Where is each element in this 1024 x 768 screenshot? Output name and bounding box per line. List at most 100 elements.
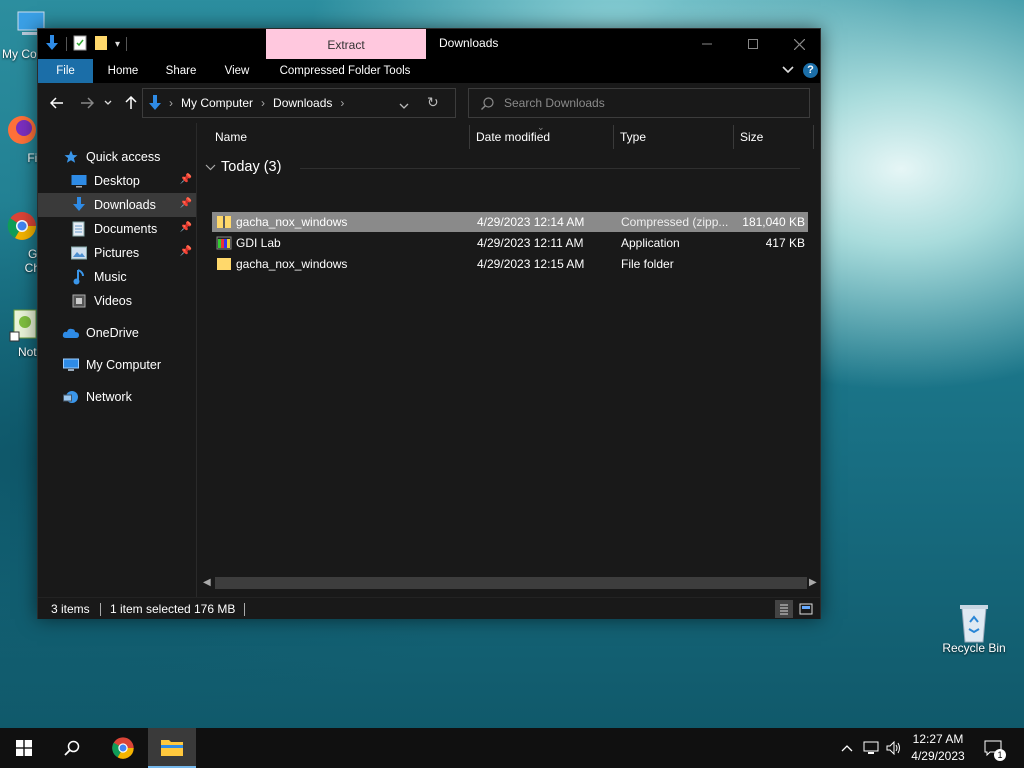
close-button[interactable]: [776, 29, 822, 59]
breadcrumb-downloads[interactable]: Downloads: [273, 96, 332, 110]
expand-ribbon-button[interactable]: [782, 63, 796, 79]
desktop-icon-recycle-bin[interactable]: Recycle Bin: [938, 602, 1010, 655]
help-icon: ?: [807, 64, 814, 76]
recent-locations-button[interactable]: [100, 91, 116, 115]
file-size: 417 KB: [765, 236, 805, 250]
nav-item-desktop[interactable]: Desktop 📌: [38, 169, 196, 193]
ribbon-tab-file[interactable]: File: [38, 59, 93, 83]
group-label: Today (3): [221, 159, 282, 175]
action-center-button[interactable]: 1: [978, 728, 1008, 768]
item-count: 3 items: [51, 602, 90, 616]
start-button[interactable]: [0, 728, 48, 768]
file-row[interactable]: gacha_nox_windows 4/29/2023 12:15 AM Fil…: [212, 254, 808, 274]
column-header-type[interactable]: Type: [614, 123, 733, 151]
file-size: 181,040 KB: [742, 215, 805, 229]
pictures-icon: [70, 245, 88, 261]
taskbar: 12:27 AM 4/29/2023 1: [0, 728, 1024, 768]
selection-count: 1 item selected: [110, 602, 191, 616]
search-box[interactable]: [468, 88, 810, 118]
nav-item-label: OneDrive: [86, 326, 139, 340]
file-date-modified: 4/29/2023 12:14 AM: [477, 215, 585, 229]
nav-item-my-computer[interactable]: My Computer: [38, 353, 196, 377]
column-header-date-modified[interactable]: Date modified: [470, 123, 613, 151]
forward-button[interactable]: [76, 91, 98, 115]
nav-item-label: Network: [86, 390, 132, 404]
scroll-right-icon[interactable]: ▶: [809, 575, 817, 591]
pin-icon[interactable]: 📌: [180, 198, 192, 209]
column-header-size[interactable]: Size: [734, 123, 814, 151]
properties-icon[interactable]: [73, 35, 87, 54]
cloud-icon: [62, 325, 80, 341]
search-icon: [64, 740, 80, 756]
nav-item-videos[interactable]: Videos: [38, 289, 196, 313]
volume-button[interactable]: [884, 728, 904, 768]
chevron-down-icon: [205, 164, 216, 170]
pin-icon[interactable]: 📌: [180, 246, 192, 257]
ribbon-tab-share[interactable]: Share: [158, 59, 204, 83]
breadcrumb-separator-icon[interactable]: ›: [169, 96, 173, 110]
nav-item-downloads[interactable]: Downloads 📌: [38, 193, 196, 217]
show-hidden-icons-button[interactable]: [838, 728, 856, 768]
address-bar[interactable]: › My Computer › Downloads › ↻: [142, 88, 456, 118]
clock-time: 12:27 AM: [912, 732, 964, 746]
details-view-icon: [780, 604, 788, 615]
pin-icon[interactable]: 📌: [180, 174, 192, 185]
system-clock[interactable]: 12:27 AM 4/29/2023: [906, 731, 970, 765]
nav-item-label: Music: [94, 270, 127, 284]
search-button[interactable]: [48, 728, 96, 768]
nav-item-pictures[interactable]: Pictures 📌: [38, 241, 196, 265]
up-button[interactable]: [120, 91, 142, 115]
maximize-button[interactable]: [730, 29, 776, 59]
chevron-down-icon: [104, 100, 112, 105]
minimize-button[interactable]: [684, 29, 730, 59]
nav-item-documents[interactable]: Documents 📌: [38, 217, 196, 241]
chevron-down-icon[interactable]: ▾: [115, 39, 120, 50]
file-type: Compressed (zipp...: [621, 215, 729, 229]
breadcrumb-separator-icon[interactable]: ›: [261, 96, 265, 110]
status-divider: [100, 603, 101, 616]
nav-item-music[interactable]: Music: [38, 265, 196, 289]
volume-icon: [886, 741, 900, 755]
nav-item-network[interactable]: Network: [38, 385, 196, 409]
column-header-name[interactable]: Name: [209, 123, 465, 151]
address-dropdown-button[interactable]: [399, 99, 409, 113]
column-divider[interactable]: [813, 125, 814, 149]
breadcrumb-my-computer[interactable]: My Computer: [181, 96, 253, 110]
breadcrumb-separator-icon[interactable]: ›: [340, 96, 344, 110]
ribbon-tab-home[interactable]: Home: [100, 59, 146, 83]
network-icon: [62, 389, 80, 405]
ribbon-tab-compressed-folder-tools[interactable]: Compressed Folder Tools: [274, 59, 416, 83]
notification-count-badge: 1: [994, 749, 1006, 761]
file-type: Application: [621, 236, 680, 250]
chevron-up-icon: [841, 745, 853, 752]
navigation-bar: › My Computer › Downloads › ↻: [38, 83, 820, 123]
pin-icon[interactable]: 📌: [180, 222, 192, 233]
scroll-left-icon[interactable]: ◀: [203, 575, 211, 591]
search-icon: [481, 96, 494, 110]
chrome-icon: [4, 208, 40, 244]
file-row[interactable]: gacha_nox_windows 4/29/2023 12:14 AM Com…: [212, 212, 808, 232]
search-input[interactable]: [504, 96, 784, 110]
taskbar-chrome[interactable]: [99, 728, 147, 768]
file-date-modified: 4/29/2023 12:11 AM: [477, 236, 584, 250]
refresh-button[interactable]: ↻: [427, 94, 439, 111]
nav-item-label: Pictures: [94, 246, 140, 260]
contextual-tab-extract[interactable]: Extract: [266, 29, 426, 59]
details-view-button[interactable]: [775, 600, 793, 618]
taskbar-file-explorer[interactable]: [148, 728, 196, 768]
back-button[interactable]: [46, 91, 68, 115]
star-icon: [62, 149, 80, 165]
help-button[interactable]: ?: [803, 63, 818, 78]
network-status-button[interactable]: [860, 728, 882, 768]
maximize-icon: [748, 39, 758, 49]
new-folder-icon[interactable]: [93, 35, 109, 54]
ribbon-tab-view[interactable]: View: [214, 59, 260, 83]
horizontal-scrollbar[interactable]: ◀ ▶: [203, 575, 820, 591]
nav-item-onedrive[interactable]: OneDrive: [38, 321, 196, 345]
file-row[interactable]: GDI Lab 4/29/2023 12:11 AM Application 4…: [212, 233, 808, 253]
large-icons-view-button[interactable]: [797, 600, 815, 618]
minimize-icon: [702, 43, 712, 45]
scrollbar-thumb[interactable]: [215, 577, 807, 589]
group-header-today[interactable]: Today (3): [205, 159, 800, 175]
nav-item-quick-access[interactable]: Quick access: [38, 145, 196, 169]
